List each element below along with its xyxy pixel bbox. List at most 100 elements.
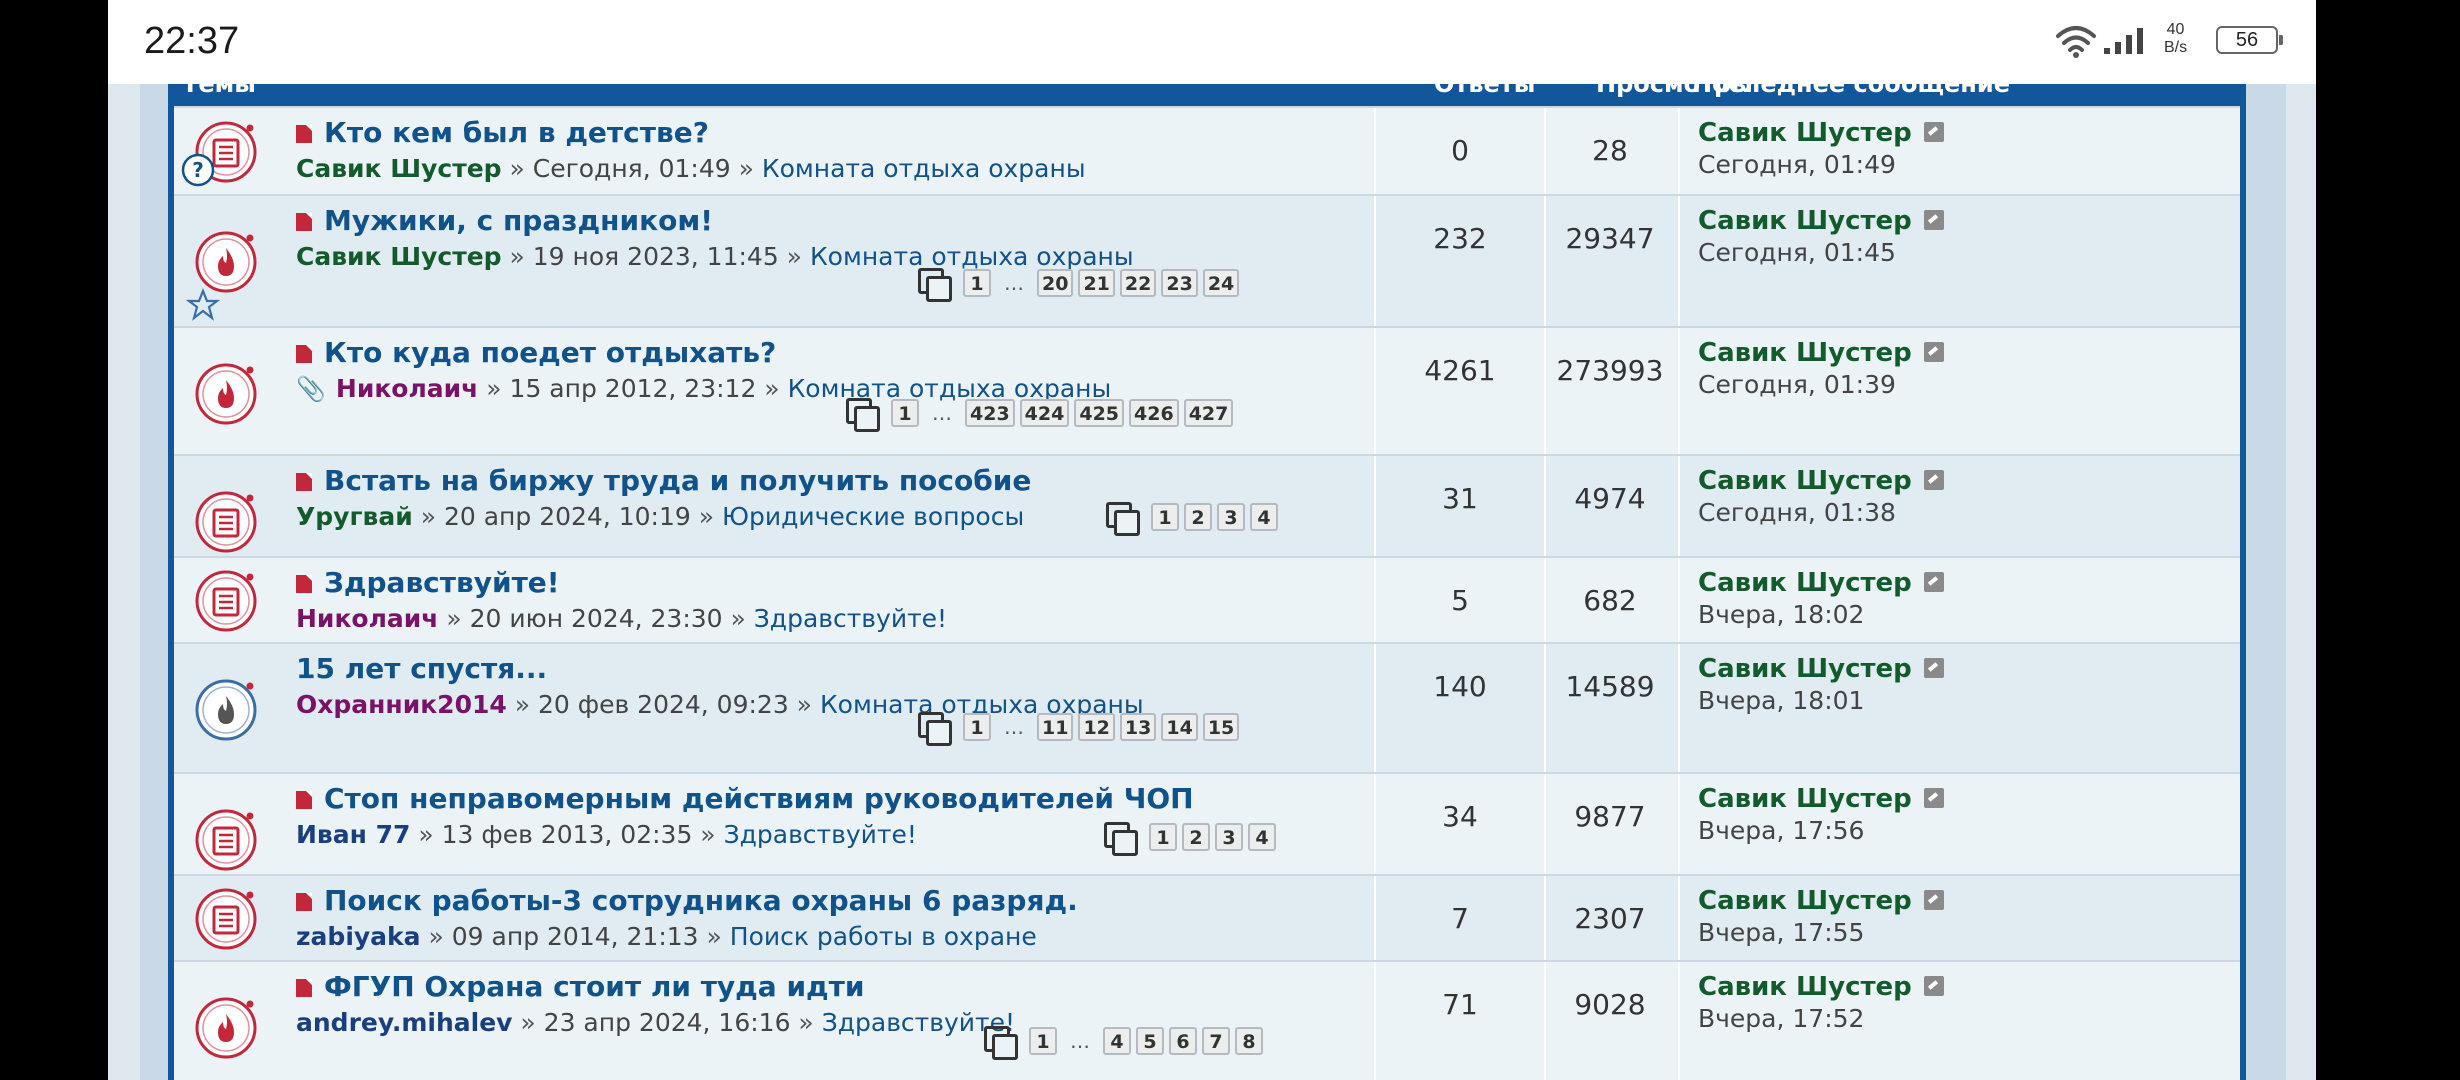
topic-forum-link[interactable]: Юридические вопросы <box>722 502 1024 531</box>
topic-title[interactable]: Поиск работы-3 сотрудника охраны 6 разря… <box>324 884 1078 917</box>
unread-topic-icon[interactable] <box>194 887 258 951</box>
topic-author[interactable]: zabiyaka <box>296 922 421 951</box>
topic-author[interactable]: Николаич <box>296 604 438 633</box>
topic-author[interactable]: Савик Шустер <box>296 154 502 183</box>
last-post-author[interactable]: Савик Шустер <box>1698 118 1912 148</box>
page-link[interactable]: 11 <box>1037 713 1074 741</box>
page-link[interactable]: 1 <box>963 269 991 297</box>
page-link[interactable]: 5 <box>1136 1027 1164 1055</box>
last-post-author[interactable]: Савик Шустер <box>1698 886 1912 916</box>
page-link[interactable]: 423 <box>965 399 1015 427</box>
unread-topic-icon[interactable] <box>194 569 258 633</box>
unread-topic-icon[interactable] <box>194 808 258 872</box>
topic-forum-link[interactable]: Комната отдыха охраны <box>762 154 1086 183</box>
last-post-author[interactable]: Савик Шустер <box>1698 568 1912 598</box>
go-to-last-post-icon[interactable] <box>1923 658 1944 678</box>
last-post-author[interactable]: Савик Шустер <box>1698 338 1912 368</box>
page-link[interactable]: 8 <box>1235 1027 1263 1055</box>
page-link[interactable]: 15 <box>1202 713 1240 741</box>
topic-author[interactable]: Охранник2014 <box>296 690 507 719</box>
page-link[interactable]: 22 <box>1119 269 1157 297</box>
page-link[interactable]: 1 <box>891 399 919 427</box>
separator: » <box>410 820 442 849</box>
topic-meta: Николаич » 20 июн 2024, 23:30 » Здравств… <box>296 604 947 633</box>
page-link[interactable]: 6 <box>1169 1027 1197 1055</box>
go-to-last-post-icon[interactable] <box>1923 890 1944 910</box>
topic-author[interactable]: Николаич <box>336 374 478 403</box>
page-link[interactable]: 14 <box>1161 713 1198 741</box>
go-to-last-post-icon[interactable] <box>1923 342 1944 362</box>
topic-title[interactable]: Здравствуйте! <box>324 566 560 599</box>
page-link[interactable]: 21 <box>1078 269 1115 297</box>
go-to-last-post-icon[interactable] <box>1923 572 1944 592</box>
last-post-author[interactable]: Савик Шустер <box>1698 972 1912 1002</box>
page-link[interactable]: 23 <box>1161 269 1198 297</box>
column-divider <box>1544 644 1546 774</box>
page-link[interactable]: 24 <box>1202 269 1240 297</box>
topic-list-header: Темы Ответы Просмотры Последнее сообщени… <box>168 84 2246 106</box>
hot-topic-icon[interactable] <box>194 362 258 426</box>
sticky-marker-icon <box>296 473 312 491</box>
go-to-last-post-icon[interactable] <box>1923 976 1944 996</box>
topic-forum-link[interactable]: Поиск работы в охране <box>730 922 1037 951</box>
views-count: 2307 <box>1574 902 1646 935</box>
go-to-last-post-icon[interactable] <box>1923 122 1944 142</box>
page-link[interactable]: 1 <box>1151 503 1179 531</box>
page-link[interactable]: 7 <box>1202 1027 1230 1055</box>
page-link[interactable]: 1 <box>1029 1027 1057 1055</box>
topic-title-line: Мужики, с праздником! <box>296 204 713 237</box>
topic-forum-link[interactable]: Комната отдыха охраны <box>810 242 1134 271</box>
column-replies[interactable]: Ответы <box>1434 84 1535 98</box>
topic-forum-link[interactable]: Здравствуйте! <box>724 820 917 849</box>
views-count: 9028 <box>1574 988 1646 1021</box>
bookmark-star-icon[interactable] <box>185 288 221 326</box>
last-post-author[interactable]: Савик Шустер <box>1698 466 1912 496</box>
topic-author[interactable]: Иван 77 <box>296 820 410 849</box>
page-link[interactable]: 426 <box>1129 399 1179 427</box>
hot-topic-icon[interactable] <box>194 996 258 1060</box>
topic-forum-link[interactable]: Здравствуйте! <box>754 604 947 633</box>
page-link[interactable]: 4 <box>1248 823 1276 851</box>
column-last-post[interactable]: Последнее сообщение <box>1692 84 2010 98</box>
go-to-last-post-icon[interactable] <box>1923 470 1944 490</box>
hot-read-topic-icon[interactable] <box>194 678 258 742</box>
page-link[interactable]: 1 <box>963 713 991 741</box>
topic-author[interactable]: andrey.mihalev <box>296 1008 512 1037</box>
page-link[interactable]: 13 <box>1119 713 1157 741</box>
topic-date: 15 апр 2012, 23:12 <box>509 374 757 403</box>
page-link[interactable]: 1 <box>1149 823 1177 851</box>
page-link[interactable]: 425 <box>1074 399 1125 427</box>
go-to-last-post-icon[interactable] <box>1923 788 1944 808</box>
page-link[interactable]: 3 <box>1217 503 1245 531</box>
page-link[interactable]: 427 <box>1183 399 1234 427</box>
hot-topic-icon[interactable] <box>194 230 258 294</box>
topic-date: 20 июн 2024, 23:30 <box>469 604 723 633</box>
topic-author[interactable]: Уругвай <box>296 502 413 531</box>
page-link[interactable]: 12 <box>1078 713 1115 741</box>
page-link[interactable]: 2 <box>1182 823 1210 851</box>
column-topics[interactable]: Темы <box>182 84 256 98</box>
topic-title[interactable]: Стоп неправомерным действиям руководител… <box>324 782 1194 815</box>
column-divider <box>1678 644 1680 774</box>
topic-title[interactable]: 15 лет спустя... <box>296 652 547 685</box>
topic-title[interactable]: Кто кем был в детстве? <box>324 116 709 149</box>
go-to-last-post-icon[interactable] <box>1923 210 1944 230</box>
last-post-author[interactable]: Савик Шустер <box>1698 784 1912 814</box>
topic-title[interactable]: Мужики, с праздником! <box>324 204 713 237</box>
attachment-icon: 📎 <box>296 375 326 403</box>
page-link[interactable]: 2 <box>1184 503 1212 531</box>
page-link[interactable]: 424 <box>1019 399 1070 427</box>
page-link[interactable]: 3 <box>1215 823 1243 851</box>
last-post-author[interactable]: Савик Шустер <box>1698 654 1912 684</box>
unread-topic-icon[interactable] <box>194 490 258 554</box>
page-left-border <box>140 84 168 1080</box>
last-post-author[interactable]: Савик Шустер <box>1698 206 1912 236</box>
page-link[interactable]: 4 <box>1103 1027 1131 1055</box>
page-link[interactable]: 4 <box>1250 503 1278 531</box>
topic-title[interactable]: Встать на биржу труда и получить пособие <box>324 464 1031 497</box>
topic-title[interactable]: ФГУП Охрана стоит ли туда идти <box>324 970 865 1003</box>
topic-title[interactable]: Кто куда поедет отдыхать? <box>324 336 776 369</box>
separator: » <box>501 242 533 271</box>
page-link[interactable]: 20 <box>1037 269 1074 297</box>
topic-author[interactable]: Савик Шустер <box>296 242 502 271</box>
